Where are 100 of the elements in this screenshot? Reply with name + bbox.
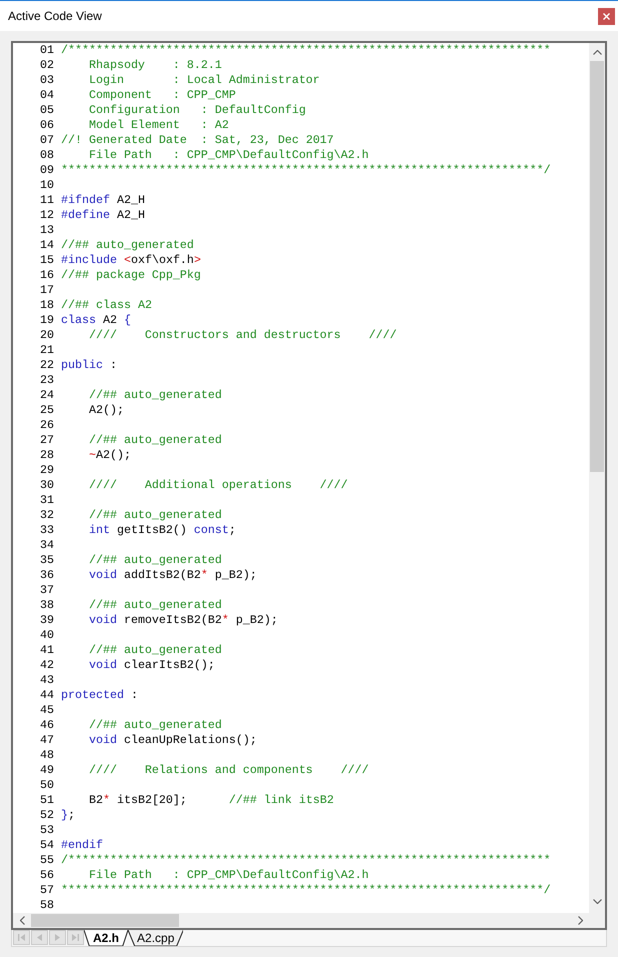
code-line: File Path : CPP_CMP\DefaultConfig\A2.h <box>88 148 369 163</box>
chevron-left-icon[interactable] <box>20 916 24 925</box>
code-line: }; <box>61 808 75 823</box>
line-number: 41 <box>40 643 54 658</box>
line-number: 46 <box>40 718 54 733</box>
line-number: 50 <box>40 778 54 793</box>
code-line: B2* itsB2[20]; //## link itsB2 <box>88 793 334 808</box>
code-line: Component : CPP_CMP <box>88 88 236 103</box>
line-number: 22 <box>40 358 54 373</box>
code-line: //! Generated Date : Sat, 23, Dec 2017 <box>61 133 334 148</box>
code-line: #define A2_H <box>61 208 145 223</box>
code-line: ~A2(); <box>88 448 131 463</box>
line-number: 27 <box>40 433 54 448</box>
code-line: void cleanUpRelations(); <box>88 733 257 748</box>
code-line: //## auto_generated <box>88 643 222 658</box>
code-line: //// Constructors and destructors //// <box>88 328 397 343</box>
line-number: 33 <box>40 523 54 538</box>
code-line: Login : Local Administrator <box>88 73 320 88</box>
line-number: 19 <box>40 313 54 328</box>
line-number: 48 <box>40 748 54 763</box>
line-number: 08 <box>40 148 54 163</box>
line-number: 07 <box>40 133 54 148</box>
line-number: 54 <box>40 838 54 853</box>
code-line: //## auto_generated <box>88 508 222 523</box>
line-number: 24 <box>40 388 54 403</box>
code-line: *********************************************************************/ <box>61 163 551 178</box>
vertical-scrollbar[interactable] <box>589 43 605 913</box>
line-number: 57 <box>40 883 54 898</box>
line-number: 12 <box>40 208 54 223</box>
line-number: 01 <box>40 43 54 58</box>
line-number: 17 <box>40 283 54 298</box>
line-number: 29 <box>40 463 54 478</box>
code-line: //## auto_generated <box>88 598 222 613</box>
code-line: //## auto_generated <box>88 433 222 448</box>
line-number: 37 <box>40 583 54 598</box>
line-number: 44 <box>40 688 54 703</box>
chevron-up-icon[interactable] <box>592 50 602 54</box>
line-number: 26 <box>40 418 54 433</box>
line-number: 20 <box>40 328 54 343</box>
line-number: 14 <box>40 238 54 253</box>
line-number: 21 <box>40 343 54 358</box>
line-number: 42 <box>40 658 54 673</box>
code-line: #ifndef A2_H <box>61 193 145 208</box>
code-line: public : <box>61 358 117 373</box>
code-line: //## package Cpp_Pkg <box>61 268 201 283</box>
close-button[interactable] <box>598 8 615 24</box>
line-number: 49 <box>40 763 54 778</box>
line-number: 13 <box>40 223 54 238</box>
close-icon <box>603 12 610 20</box>
code-line: //## auto_generated <box>88 388 222 403</box>
code-line: class A2 { <box>61 313 131 328</box>
line-number: 47 <box>40 733 54 748</box>
horizontal-scrollbar[interactable] <box>13 913 589 928</box>
line-number: 39 <box>40 613 54 628</box>
code-line: #include <oxf\oxf.h> <box>61 253 201 268</box>
line-number: 38 <box>40 598 54 613</box>
line-number: 36 <box>40 568 54 583</box>
code-line: //## auto_generated <box>61 238 194 253</box>
line-number: 25 <box>40 403 54 418</box>
line-number: 35 <box>40 553 54 568</box>
line-number: 45 <box>40 703 54 718</box>
line-number: 23 <box>40 373 54 388</box>
line-number: 32 <box>40 508 54 523</box>
line-number: 52 <box>40 808 54 823</box>
code-line: void addItsB2(B2* p_B2); <box>88 568 257 583</box>
line-number: 31 <box>40 493 54 508</box>
line-number: 09 <box>40 163 54 178</box>
code-line: A2(); <box>88 403 124 418</box>
file-tab[interactable]: A2.cpp <box>128 930 184 946</box>
line-number: 56 <box>40 868 54 883</box>
code-line: //// Relations and components //// <box>88 763 369 778</box>
code-line: Configuration : DefaultConfig <box>88 103 306 118</box>
line-number: 55 <box>40 853 54 868</box>
chevron-right-icon[interactable] <box>578 916 582 925</box>
code-line: protected : <box>61 688 138 703</box>
code-line: //## auto_generated <box>88 553 222 568</box>
code-line: //## class A2 <box>61 298 152 313</box>
code-line: void clearItsB2(); <box>88 658 215 673</box>
chevron-down-icon[interactable] <box>592 898 602 904</box>
line-number: 10 <box>40 178 54 193</box>
line-number: 15 <box>40 253 54 268</box>
code-line: //## auto_generated <box>88 718 222 733</box>
file-tab[interactable]: A2.h <box>84 930 128 946</box>
line-number: 05 <box>40 103 54 118</box>
line-number: 18 <box>40 298 54 313</box>
code-line: //// Additional operations //// <box>88 478 348 493</box>
line-number: 51 <box>40 793 54 808</box>
code-line: #endif <box>61 838 103 853</box>
line-number: 02 <box>40 58 54 73</box>
code-line: void removeItsB2(B2* p_B2); <box>88 613 278 628</box>
line-number: 06 <box>40 118 54 133</box>
window-title: Active Code View <box>8 9 102 23</box>
scrollbar-thumb[interactable] <box>590 61 604 472</box>
line-number: 11 <box>40 193 54 208</box>
line-number: 43 <box>40 673 54 688</box>
line-number: 30 <box>40 478 54 493</box>
line-number: 40 <box>40 628 54 643</box>
scrollbar-thumb[interactable] <box>31 914 179 927</box>
line-number: 34 <box>40 538 54 553</box>
code-line: *********************************************************************/ <box>61 883 551 898</box>
